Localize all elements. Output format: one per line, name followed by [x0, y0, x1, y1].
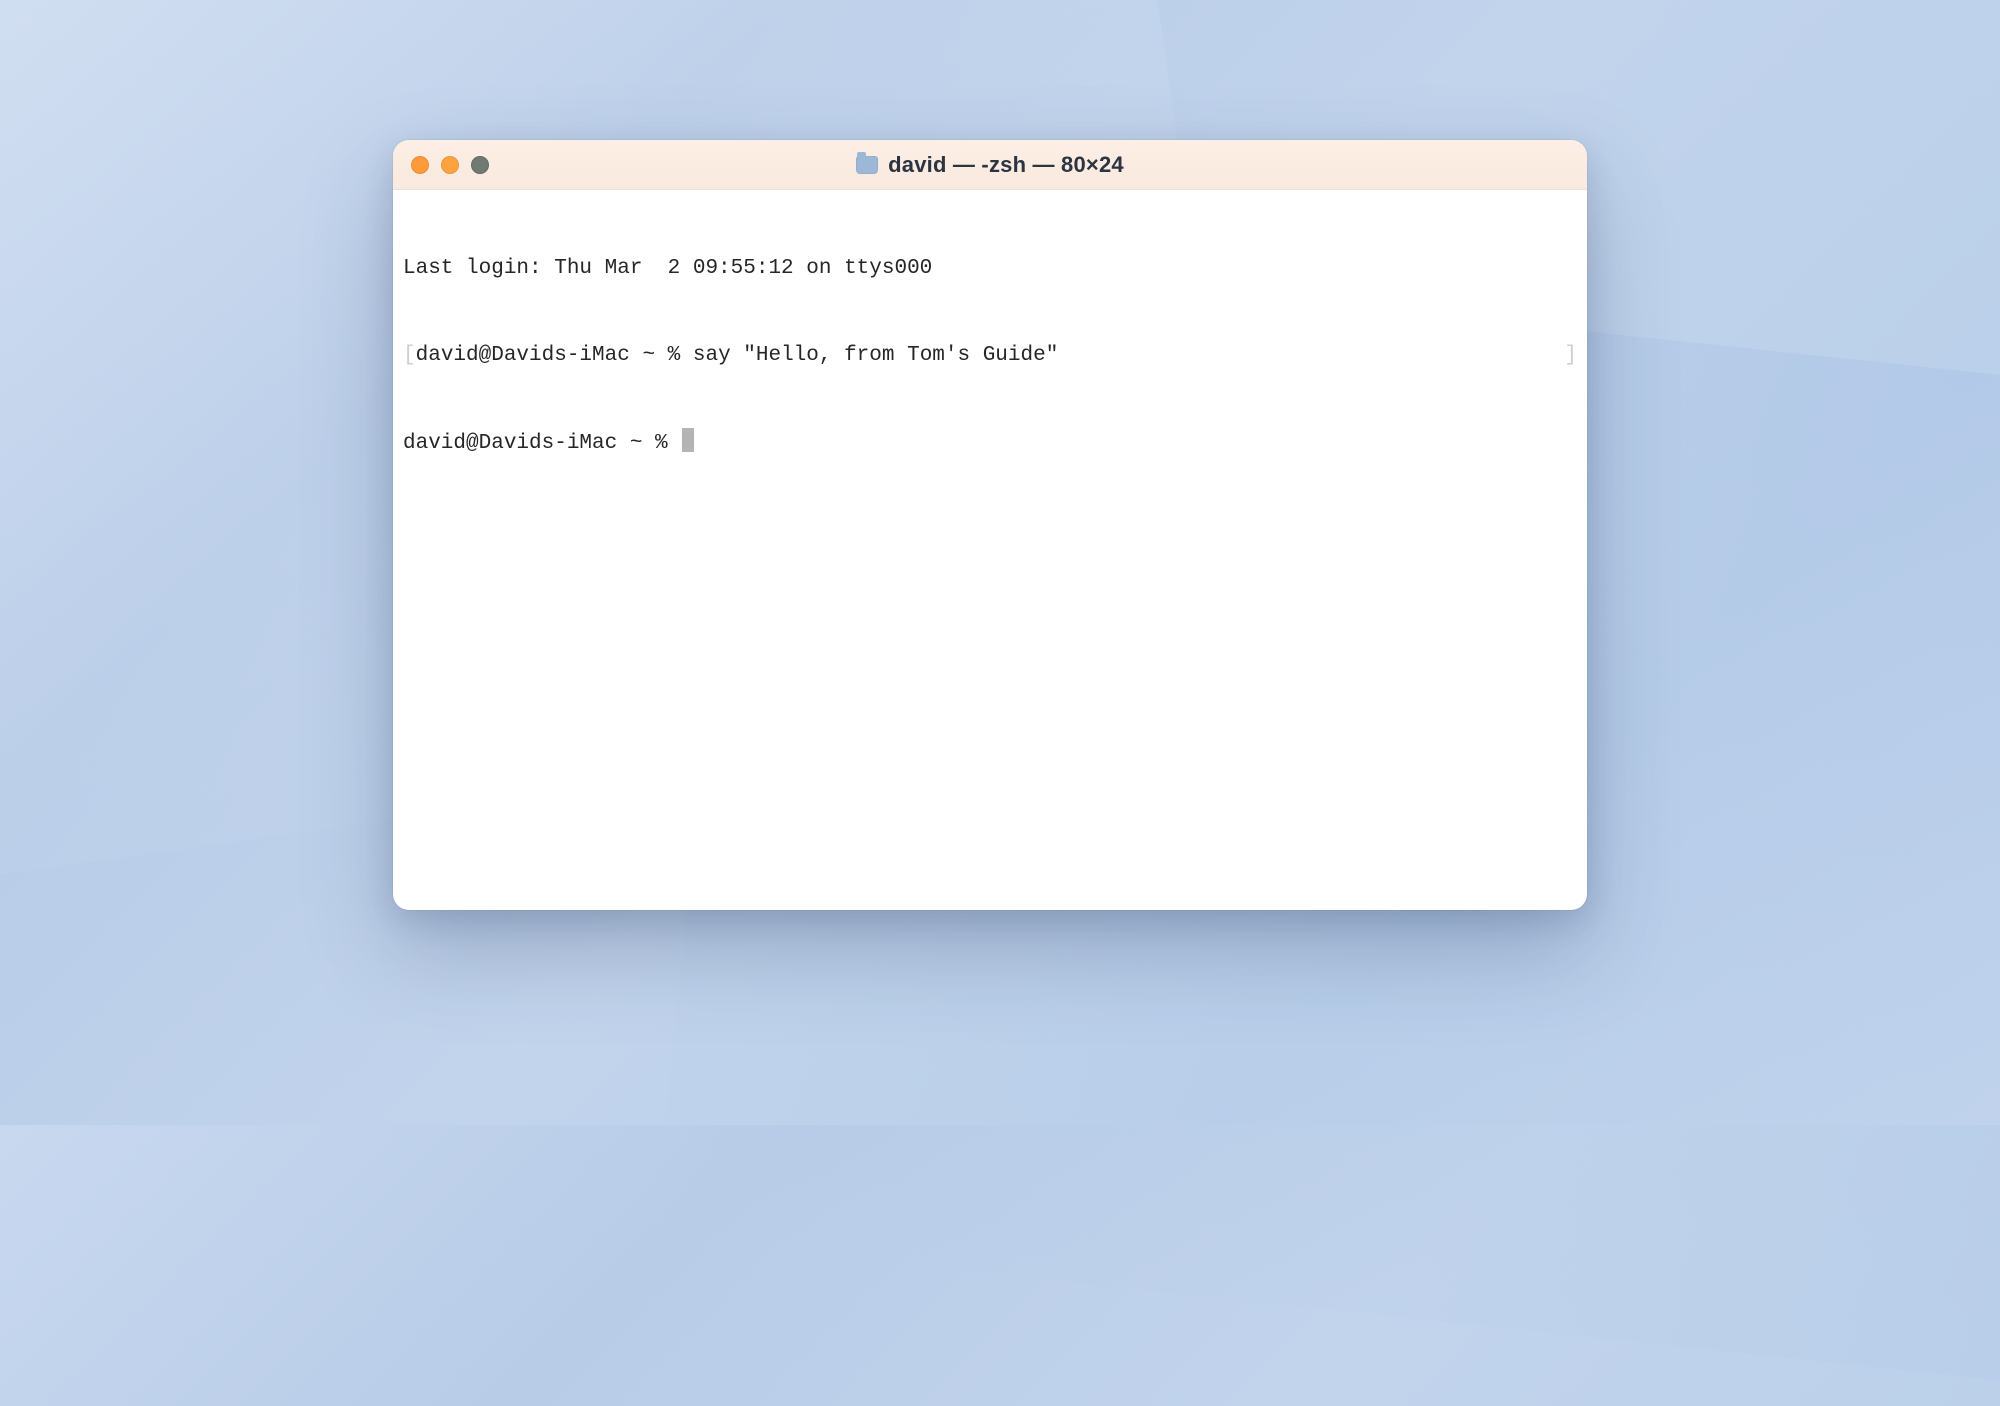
shell-prompt: david@Davids-iMac ~ %	[416, 344, 693, 367]
shell-command-text: say "Hello, from Tom's Guide"	[693, 344, 1058, 367]
minimize-button[interactable]	[441, 156, 459, 174]
fullscreen-button[interactable]	[471, 156, 489, 174]
titlebar[interactable]: david — -zsh — 80×24	[393, 140, 1587, 190]
folder-icon	[856, 156, 878, 174]
terminal-line-command: [david@Davids-iMac ~ % say "Hello, from …	[403, 341, 1577, 370]
shell-prompt: david@Davids-iMac ~ %	[403, 432, 680, 455]
window-title-wrap: david — -zsh — 80×24	[393, 152, 1587, 178]
cursor-icon	[682, 428, 694, 452]
terminal-line-last-login: Last login: Thu Mar 2 09:55:12 on ttys00…	[403, 254, 1577, 283]
prompt-bracket-open: [	[403, 344, 416, 367]
close-button[interactable]	[411, 156, 429, 174]
prompt-bracket-close: ]	[1564, 341, 1577, 370]
window-title: david — -zsh — 80×24	[888, 152, 1124, 178]
traffic-lights	[393, 156, 489, 174]
terminal-line-prompt: david@Davids-iMac ~ %	[403, 428, 1577, 458]
terminal-output[interactable]: Last login: Thu Mar 2 09:55:12 on ttys00…	[393, 190, 1587, 910]
terminal-window: david — -zsh — 80×24 Last login: Thu Mar…	[393, 140, 1587, 910]
